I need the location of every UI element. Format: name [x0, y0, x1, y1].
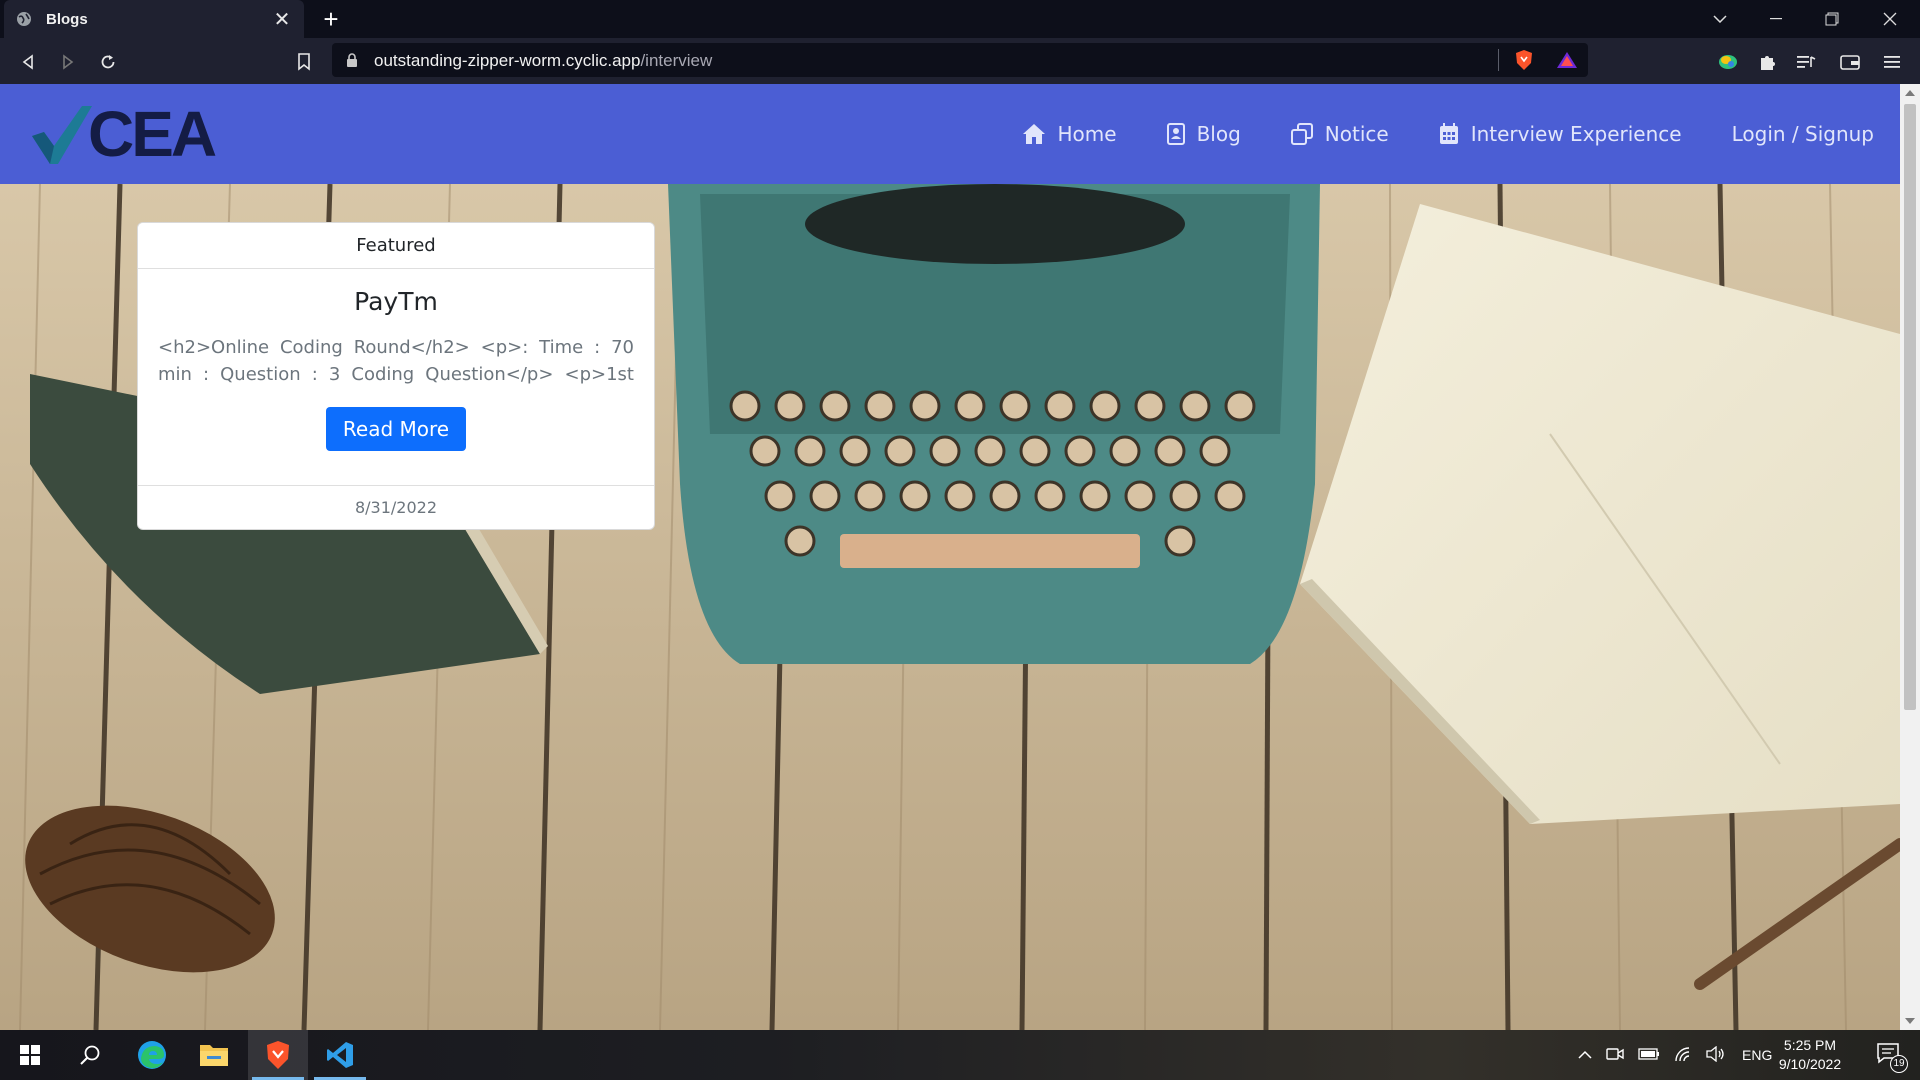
nav-notice-label: Notice — [1324, 122, 1389, 146]
nav-blog-label: Blog — [1196, 122, 1241, 146]
site-header: CEA Home Blog Notice Interview Experienc… — [0, 84, 1900, 184]
notice-icon — [1290, 123, 1313, 145]
notification-center-button[interactable]: 19 — [1876, 1042, 1908, 1073]
battery-icon[interactable] — [1638, 1047, 1660, 1063]
system-tray: ENG — [1578, 1030, 1772, 1080]
globe-icon — [16, 11, 32, 27]
card-body: PayTm <h2>Online Coding Round</h2> <p>: … — [138, 269, 654, 451]
show-hidden-icons-chevron-icon[interactable] — [1578, 1047, 1592, 1063]
card-title: PayTm — [354, 287, 438, 316]
vscode-icon[interactable] — [310, 1030, 370, 1080]
new-tab-button[interactable]: + — [318, 6, 344, 32]
scroll-down-arrow-icon[interactable] — [1905, 1018, 1915, 1024]
taskbar: ENG 5:25 PM 9/10/2022 19 — [0, 1030, 1920, 1080]
nav-home[interactable]: Home — [1022, 122, 1117, 146]
browser-toolbar: outstanding-zipper-worm.cyclic.app/inter… — [0, 38, 1920, 84]
clock-date: 9/10/2022 — [1778, 1056, 1842, 1072]
nav-blog[interactable]: Blog — [1166, 122, 1241, 146]
featured-card: Featured PayTm <h2>Online Coding Round</… — [137, 222, 655, 530]
tab-search-button[interactable] — [1692, 0, 1748, 38]
scroll-up-arrow-icon[interactable] — [1905, 90, 1915, 96]
brave-rewards-icon[interactable] — [1556, 51, 1578, 74]
brave-taskbar-icon[interactable] — [248, 1030, 308, 1080]
reload-button[interactable] — [94, 48, 122, 76]
address-bar-divider — [1498, 49, 1499, 71]
nav-login-label: Login / Signup — [1731, 122, 1874, 146]
notification-count-badge: 19 — [1890, 1055, 1908, 1073]
check-logo-icon — [32, 106, 92, 164]
address-bar[interactable]: outstanding-zipper-worm.cyclic.app/inter… — [332, 43, 1588, 77]
bookmark-icon[interactable] — [290, 48, 318, 76]
volume-icon[interactable] — [1706, 1045, 1726, 1065]
tab-title: Blogs — [46, 10, 88, 28]
restore-button[interactable] — [1804, 0, 1860, 38]
read-more-button[interactable]: Read More — [325, 407, 467, 451]
logo-text: CEA — [88, 98, 217, 170]
url-text: outstanding-zipper-worm.cyclic.app/inter… — [374, 51, 712, 71]
home-icon — [1022, 124, 1045, 144]
nav-interview-experience[interactable]: Interview Experience — [1439, 122, 1682, 146]
back-button[interactable] — [14, 48, 42, 76]
nav-home-label: Home — [1057, 122, 1117, 146]
language-indicator[interactable]: ENG — [1742, 1047, 1772, 1063]
nav-interview-label: Interview Experience — [1470, 122, 1682, 146]
url-host: outstanding-zipper-worm.cyclic.app — [374, 51, 641, 70]
forward-button[interactable] — [54, 48, 82, 76]
edge-browser-icon[interactable] — [122, 1030, 182, 1080]
lock-icon — [346, 52, 358, 73]
wifi-icon[interactable] — [1674, 1046, 1692, 1065]
calendar-icon — [1439, 123, 1458, 144]
menu-icon[interactable] — [1880, 50, 1904, 74]
meet-now-icon[interactable] — [1606, 1046, 1624, 1065]
browser-tab-strip: Blogs ✕ + — [0, 0, 1920, 38]
minimize-button[interactable] — [1748, 0, 1804, 38]
site-logo[interactable]: CEA — [30, 102, 220, 166]
nav-notice[interactable]: Notice — [1290, 122, 1389, 146]
extension-colorful-icon[interactable] — [1716, 50, 1740, 74]
card-header: Featured — [138, 223, 654, 269]
windows-start-icon[interactable] — [0, 1030, 60, 1080]
nav-login-signup[interactable]: Login / Signup — [1732, 122, 1874, 146]
main-nav: Home Blog Notice Interview Experience Lo… — [972, 84, 1874, 184]
browser-tab[interactable]: Blogs ✕ — [4, 0, 304, 38]
scrollbar-thumb[interactable] — [1904, 104, 1916, 710]
blog-icon — [1166, 123, 1185, 145]
search-icon[interactable] — [60, 1030, 120, 1080]
close-window-button[interactable] — [1862, 0, 1918, 38]
page-viewport: CEA Home Blog Notice Interview Experienc… — [0, 84, 1900, 1030]
media-playlist-icon[interactable] — [1794, 50, 1818, 74]
close-tab-icon[interactable]: ✕ — [272, 7, 292, 32]
clock-time: 5:25 PM — [1783, 1037, 1837, 1053]
url-path: /interview — [640, 51, 713, 70]
card-date: 8/31/2022 — [138, 485, 654, 529]
extensions-puzzle-icon[interactable] — [1756, 50, 1780, 74]
wallet-icon[interactable] — [1838, 50, 1862, 74]
page-scrollbar[interactable] — [1900, 84, 1920, 1030]
brave-shields-icon[interactable] — [1514, 49, 1534, 76]
taskbar-clock[interactable]: 5:25 PM 9/10/2022 — [1770, 1036, 1850, 1074]
file-explorer-icon[interactable] — [184, 1030, 244, 1080]
card-excerpt: <h2>Online Coding Round</h2> <p>: Time :… — [158, 337, 634, 385]
